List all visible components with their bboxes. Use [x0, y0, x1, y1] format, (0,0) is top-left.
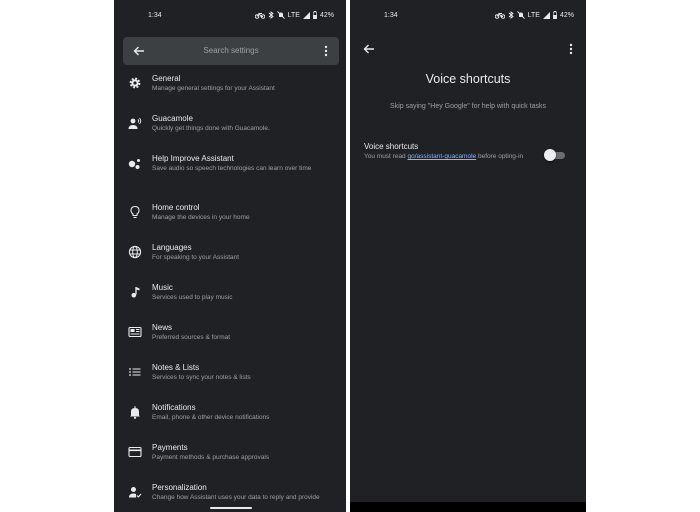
- status-bar: 1:34 LTE 42%: [350, 11, 586, 23]
- settings-item-title: Help Improve Assistant: [152, 154, 234, 163]
- settings-item-music[interactable]: Music Services used to play music: [114, 283, 346, 323]
- subtitle-suffix: before opting-in: [477, 153, 524, 160]
- voice-shortcuts-screen: 1:34 LTE 42% Voice shortcuts Skip saying…: [350, 0, 586, 512]
- search-input[interactable]: Search settings: [123, 46, 339, 55]
- page-title: Voice shortcuts: [425, 72, 511, 86]
- settings-item-subtitle: Change how Assistant uses your data to r…: [152, 494, 320, 501]
- status-bar: 1:34 LTE 42%: [114, 11, 346, 23]
- list-icon: [129, 368, 141, 376]
- settings-item-help-improve-assistant[interactable]: Help Improve Assistant Save audio so spe…: [114, 154, 346, 194]
- battery-label: 42%: [559, 11, 574, 19]
- settings-item-subtitle: Services to sync your notes & lists: [152, 374, 251, 381]
- voice-person-icon: [128, 117, 142, 129]
- bike-icon: [254, 12, 265, 19]
- credit-card-icon: [128, 446, 142, 458]
- bottom-bar: [350, 502, 586, 512]
- settings-item-title: Guacamole: [152, 114, 193, 123]
- back-arrow-icon[interactable]: [362, 42, 376, 56]
- page-description: Skip saying "Hey Google" for help with q…: [390, 103, 546, 110]
- toggle-thumb: [544, 149, 556, 161]
- globe-icon: [128, 245, 142, 259]
- voice-shortcuts-label: Voice shortcuts: [364, 142, 419, 151]
- settings-screen: 1:34 LTE 42% Search settings General Man…: [114, 0, 346, 512]
- bluetooth-icon: [268, 11, 274, 19]
- status-time: 1:34: [384, 12, 398, 19]
- settings-item-home-control[interactable]: Home control Manage the devices in your …: [114, 203, 346, 243]
- news-icon: [128, 326, 142, 338]
- voice-shortcuts-subtitle: You must read go/assistant-guacamole bef…: [364, 153, 524, 162]
- settings-item-title: Languages: [152, 243, 192, 252]
- signal-icon: [302, 11, 310, 19]
- gear-icon: [129, 77, 141, 89]
- subtitle-prefix: You must read: [364, 153, 406, 160]
- more-vert-icon[interactable]: [324, 44, 328, 58]
- bell-icon: [130, 406, 140, 419]
- settings-item-title: Home control: [152, 203, 200, 212]
- settings-item-subtitle: Preferred sources & format: [152, 334, 231, 341]
- settings-item-news[interactable]: News Preferred sources & format: [114, 323, 346, 363]
- settings-item-subtitle: Services used to play music: [152, 294, 233, 301]
- network-label: LTE: [287, 11, 300, 19]
- signal-icon: [542, 11, 550, 19]
- lightbulb-icon: [130, 205, 140, 219]
- settings-item-title: Music: [152, 283, 173, 292]
- settings-item-notifications[interactable]: Notifications Email, phone & other devic…: [114, 403, 346, 443]
- settings-item-title: Personalization: [152, 483, 207, 492]
- voice-shortcuts-toggle[interactable]: [544, 149, 566, 161]
- settings-item-title: General: [152, 74, 181, 83]
- battery-icon: [552, 11, 557, 19]
- settings-item-guacamole[interactable]: Guacamole Quickly get things done with G…: [114, 114, 346, 154]
- settings-item-general[interactable]: General Manage general settings for your…: [114, 74, 346, 114]
- settings-item-title: Notes & Lists: [152, 363, 200, 372]
- settings-item-subtitle: Save audio so speech technologies can le…: [152, 165, 312, 172]
- bike-icon: [494, 12, 505, 19]
- more-vert-icon[interactable]: [569, 42, 573, 56]
- settings-item-payments[interactable]: Payments Payment methods & purchase appr…: [114, 443, 346, 483]
- settings-item-subtitle: For speaking to your Assistant: [152, 254, 240, 261]
- settings-item-languages[interactable]: Languages For speaking to your Assistant: [114, 243, 346, 283]
- status-time: 1:34: [148, 12, 162, 19]
- settings-item-subtitle: Payment methods & purchase approvals: [152, 454, 270, 461]
- assistant-dots-icon: [128, 159, 140, 169]
- settings-item-subtitle: Email, phone & other device notification…: [152, 414, 270, 421]
- settings-item-title: Payments: [152, 443, 188, 452]
- person-check-icon: [129, 487, 142, 498]
- bluetooth-icon: [508, 11, 514, 19]
- settings-item-subtitle: Manage general settings for your Assista…: [152, 85, 275, 92]
- settings-item-subtitle: Quickly get things done with Guacamole.: [152, 125, 270, 132]
- settings-item-notes-lists[interactable]: Notes & Lists Services to sync your note…: [114, 363, 346, 403]
- guacamole-link[interactable]: go/assistant-guacamole: [408, 153, 477, 160]
- settings-item-subtitle: Manage the devices in your home: [152, 214, 250, 221]
- battery-label: 42%: [319, 11, 334, 19]
- search-bar[interactable]: Search settings: [123, 37, 339, 65]
- gesture-nav-bar[interactable]: [210, 507, 252, 509]
- settings-item-title: News: [152, 323, 173, 332]
- mute-icon: [276, 11, 285, 19]
- music-note-icon: [131, 287, 140, 298]
- network-label: LTE: [527, 11, 540, 19]
- mute-icon: [516, 11, 525, 19]
- battery-icon: [312, 11, 317, 19]
- settings-item-title: Notifications: [152, 403, 196, 412]
